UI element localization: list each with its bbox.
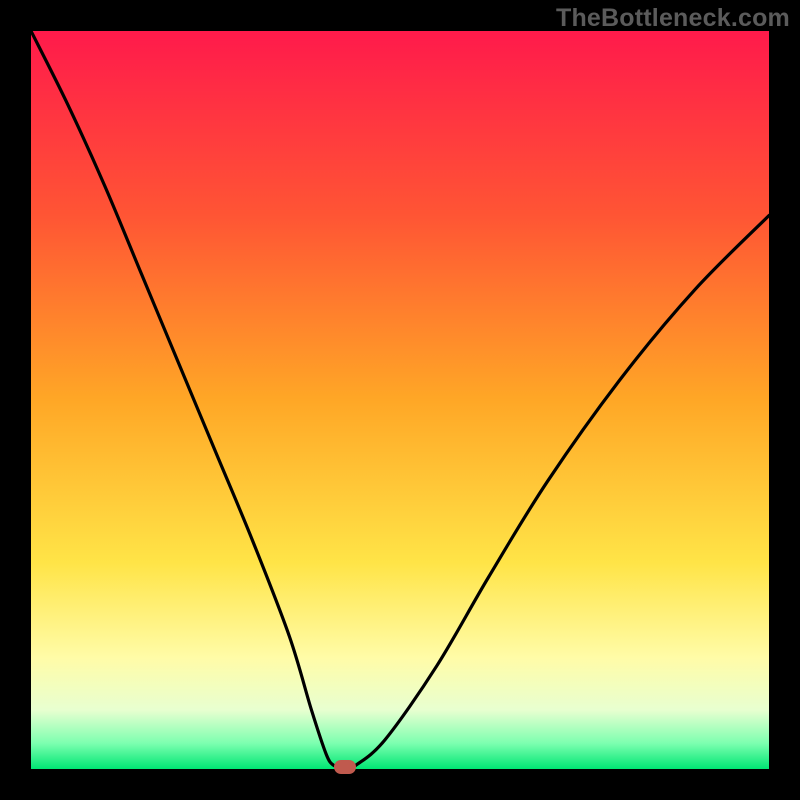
bottleneck-curve <box>31 31 769 769</box>
plot-area <box>31 31 769 769</box>
chart-frame: TheBottleneck.com <box>0 0 800 800</box>
watermark-text: TheBottleneck.com <box>556 4 790 33</box>
optimal-point-marker <box>334 760 356 774</box>
